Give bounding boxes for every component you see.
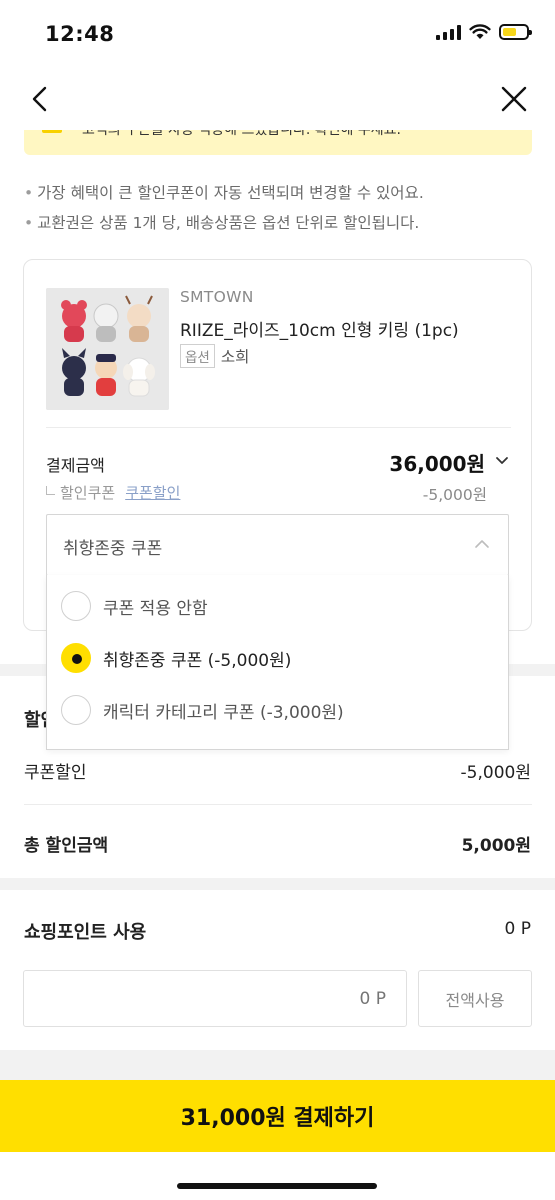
radio-button[interactable]	[61, 591, 91, 621]
coupon-option-label: 쿠폰 적용 안함	[103, 598, 208, 619]
cellular-signal-icon	[436, 24, 461, 40]
coupon-sub-row: 할인쿠폰 쿠폰할인	[46, 482, 180, 503]
info-line-auto-select: • 가장 혜택이 큰 할인쿠폰이 자동 선택되며 변경할 수 있어요.	[24, 184, 424, 202]
coupon-option-label: 취향존중 쿠폰 (-5,000원)	[103, 650, 292, 671]
points-input[interactable]	[23, 970, 407, 1027]
chevron-down-icon[interactable]	[495, 456, 509, 466]
pay-amount-label: 결제금액	[46, 456, 105, 475]
back-button[interactable]	[26, 84, 56, 114]
pay-button[interactable]: 31,000원 결제하기	[0, 1080, 555, 1152]
elbow-icon	[46, 486, 55, 495]
section-separator	[0, 878, 555, 890]
card-divider	[46, 427, 511, 428]
coupon-dropdown-list: 쿠폰 적용 안함 취향존중 쿠폰 (-5,000원) 캐릭터 카테고리 쿠폰 (…	[46, 575, 509, 750]
product-thumbnail	[46, 288, 169, 410]
info-line-discount-unit: • 교환권은 상품 1개 당, 배송상품은 옵션 단위로 할인됩니다.	[24, 214, 420, 232]
total-discount-value: 5,000원	[461, 836, 531, 856]
status-bar: 12:48	[0, 0, 555, 70]
coupon-discount-row-value: -5,000원	[460, 763, 531, 783]
header	[0, 70, 555, 130]
chevron-up-icon	[475, 540, 489, 548]
coupon-select-value: 취향존중 쿠폰	[63, 539, 163, 559]
coupon-discount-link[interactable]: 쿠폰할인	[125, 482, 180, 503]
product-brand: SMTOWN	[180, 288, 254, 306]
coupon-discount-value: -5,000원	[422, 486, 487, 504]
coupon-option-label: 캐릭터 카테고리 쿠폰 (-3,000원)	[103, 702, 344, 723]
use-all-points-button[interactable]: 전액사용	[418, 970, 532, 1027]
coupon-select[interactable]: 취향존중 쿠폰	[46, 514, 509, 576]
option-tag: 옵션	[180, 344, 215, 368]
status-time: 12:48	[45, 22, 115, 46]
radio-button-checked[interactable]	[61, 643, 91, 673]
battery-icon	[499, 24, 532, 40]
row-divider	[24, 804, 532, 805]
close-button[interactable]	[499, 84, 529, 114]
wifi-icon	[469, 24, 491, 39]
product-name: RIIZE_라이즈_10cm 인형 키링 (1pc)	[180, 321, 459, 341]
product-option: 옵션 소희	[180, 344, 249, 368]
coupon-option-character[interactable]: 캐릭터 카테고리 쿠폰 (-3,000원)	[61, 695, 344, 725]
coupon-sub-label: 할인쿠폰	[60, 484, 116, 502]
home-indicator	[177, 1183, 377, 1189]
coupon-discount-row-label: 쿠폰할인	[24, 763, 87, 783]
radio-button[interactable]	[61, 695, 91, 725]
coupon-option-taste[interactable]: 취향존중 쿠폰 (-5,000원)	[61, 643, 291, 673]
plush-figures-image	[46, 288, 169, 410]
points-label: 쇼핑포인트 사용	[24, 922, 147, 943]
section-separator	[0, 1050, 555, 1080]
total-discount-label: 총 할인금액	[24, 836, 109, 856]
coupon-option-none[interactable]: 쿠폰 적용 안함	[61, 591, 208, 621]
status-icons	[436, 24, 532, 40]
points-balance: 0 P	[504, 919, 531, 939]
pay-amount-value: 36,000원	[389, 452, 485, 476]
option-value: 소희	[220, 348, 250, 366]
